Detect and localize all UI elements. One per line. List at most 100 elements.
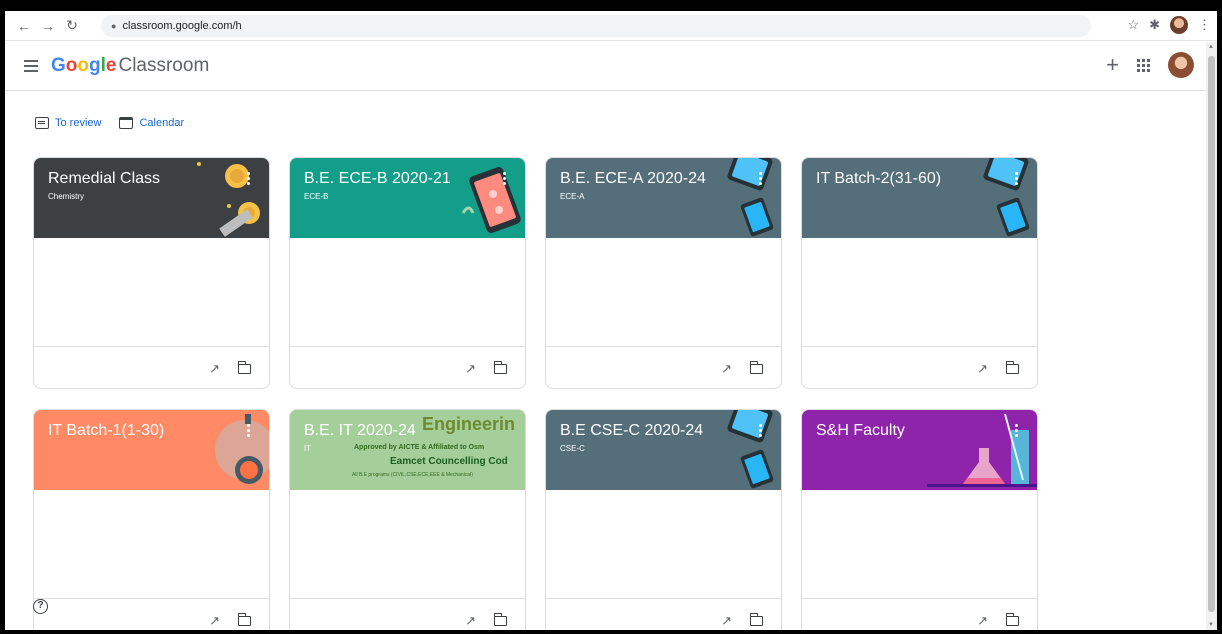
hamburger-menu-icon[interactable] xyxy=(19,54,43,78)
class-title[interactable]: IT Batch-1(1-30) xyxy=(48,422,255,440)
back-icon[interactable]: ← xyxy=(13,15,35,37)
screen: ← → ↻ ● classroom.google.com/h ☆ ✱ ⋮ Goo… xyxy=(0,0,1222,634)
class-title[interactable]: IT Batch-2(31-60) xyxy=(816,170,1023,188)
card-header[interactable]: B.E. ECE-A 2020-24 ECE-A xyxy=(546,158,781,238)
folder-icon[interactable] xyxy=(749,361,763,374)
class-section: Chemistry xyxy=(48,192,85,201)
folder-icon[interactable] xyxy=(237,613,251,626)
class-title[interactable]: Remedial Class xyxy=(48,170,255,188)
more-options-icon[interactable] xyxy=(757,424,763,437)
more-options-icon[interactable] xyxy=(245,424,251,437)
card-header[interactable]: B.E. ECE-B 2020-21 ECE-B xyxy=(290,158,525,238)
app-bar: Google Classroom + xyxy=(5,42,1206,91)
card-header[interactable]: B.E CSE-C 2020-24 CSE-C xyxy=(546,410,781,490)
class-card[interactable]: Engineerin Approved by AICTE & Affiliate… xyxy=(289,409,526,630)
card-footer: ↗ xyxy=(802,598,1037,630)
scroll-down-icon[interactable]: ▼ xyxy=(1208,622,1214,628)
google-wordmark: Google xyxy=(51,55,116,77)
card-header[interactable]: IT Batch-1(1-30) xyxy=(34,410,269,490)
tray-icon xyxy=(35,117,49,129)
card-footer: ↗ xyxy=(802,346,1037,388)
gradebook-trend-icon[interactable]: ↗ xyxy=(977,361,988,377)
calendar-link[interactable]: Calendar xyxy=(119,117,184,129)
google-letter: e xyxy=(105,55,117,76)
more-options-icon[interactable] xyxy=(501,172,507,185)
more-options-icon[interactable] xyxy=(1013,424,1019,437)
profile-avatar[interactable] xyxy=(1170,16,1188,34)
address-bar[interactable]: ● classroom.google.com/h xyxy=(101,15,1091,37)
class-card[interactable]: IT Batch-2(31-60) ↗ xyxy=(801,157,1038,389)
folder-icon[interactable] xyxy=(493,613,507,626)
class-card[interactable]: B.E CSE-C 2020-24 CSE-C ↗ xyxy=(545,409,782,630)
gradebook-trend-icon[interactable]: ↗ xyxy=(721,613,732,629)
class-title[interactable]: B.E. IT 2020-24 xyxy=(304,422,511,440)
card-footer: ↗ xyxy=(546,346,781,388)
class-title[interactable]: B.E CSE-C 2020-24 xyxy=(560,422,767,440)
class-section: IT xyxy=(304,444,312,453)
folder-icon[interactable] xyxy=(493,361,507,374)
product-name: Classroom xyxy=(118,55,210,76)
account-avatar[interactable] xyxy=(1168,52,1194,78)
google-letter: o xyxy=(65,55,78,76)
page-scrollbar[interactable]: ▲ ▼ xyxy=(1206,42,1217,630)
class-card[interactable]: IT Batch-1(1-30) ↗ xyxy=(33,409,270,630)
google-classroom-logo[interactable]: Google Classroom xyxy=(51,55,209,77)
to-review-label: To review xyxy=(55,117,102,129)
class-section: CSE-C xyxy=(560,444,585,453)
help-icon[interactable]: ? xyxy=(33,599,48,614)
bookmark-star-icon[interactable]: ☆ xyxy=(1127,17,1139,33)
class-card[interactable]: S&H Faculty ↗ xyxy=(801,409,1038,630)
calendar-label: Calendar xyxy=(139,117,185,129)
google-apps-icon[interactable] xyxy=(1137,58,1150,72)
gradebook-trend-icon[interactable]: ↗ xyxy=(465,361,476,377)
card-header[interactable]: Remedial Class Chemistry xyxy=(34,158,269,238)
card-footer: ↗ xyxy=(290,346,525,388)
google-letter: o xyxy=(77,55,89,76)
card-header[interactable]: IT Batch-2(31-60) xyxy=(802,158,1037,238)
class-title[interactable]: B.E. ECE-A 2020-24 xyxy=(560,170,767,188)
folder-icon[interactable] xyxy=(1005,361,1019,374)
more-options-icon[interactable] xyxy=(1013,172,1019,185)
create-join-class-icon[interactable]: + xyxy=(1106,54,1119,76)
url-text: classroom.google.com/h xyxy=(122,20,242,32)
app-bar-actions: + xyxy=(1106,52,1194,78)
scroll-thumb[interactable] xyxy=(1208,56,1215,612)
google-letter: g xyxy=(89,55,101,76)
google-letter: G xyxy=(51,55,66,76)
class-title[interactable]: S&H Faculty xyxy=(816,422,1023,440)
class-section: ECE-B xyxy=(304,192,329,201)
class-card[interactable]: Remedial Class Chemistry ↗ xyxy=(33,157,270,389)
banner-line: All B.E programs (CIVIL,CSE,ECE,EEE & Me… xyxy=(352,472,473,478)
gradebook-trend-icon[interactable]: ↗ xyxy=(977,613,988,629)
card-header[interactable]: Engineerin Approved by AICTE & Affiliate… xyxy=(290,410,525,490)
browser-menu-icon[interactable]: ⋮ xyxy=(1198,17,1211,33)
scroll-up-icon[interactable]: ▲ xyxy=(1208,44,1214,50)
folder-icon[interactable] xyxy=(1005,613,1019,626)
card-footer: ↗ xyxy=(546,598,781,630)
browser-window: ← → ↻ ● classroom.google.com/h ☆ ✱ ⋮ Goo… xyxy=(5,11,1217,630)
folder-icon[interactable] xyxy=(237,361,251,374)
card-footer: ↗ xyxy=(34,346,269,388)
more-options-icon[interactable] xyxy=(245,172,251,185)
class-card[interactable]: B.E. ECE-B 2020-21 ECE-B ↗ xyxy=(289,157,526,389)
gradebook-trend-icon[interactable]: ↗ xyxy=(209,613,220,629)
reload-icon[interactable]: ↻ xyxy=(61,15,83,37)
more-options-icon[interactable] xyxy=(757,172,763,185)
gradebook-trend-icon[interactable]: ↗ xyxy=(721,361,732,377)
class-title[interactable]: B.E. ECE-B 2020-21 xyxy=(304,170,511,188)
to-review-link[interactable]: To review xyxy=(35,117,101,129)
folder-icon[interactable] xyxy=(749,613,763,626)
browser-actions: ☆ ✱ ⋮ xyxy=(1127,16,1211,34)
gradebook-trend-icon[interactable]: ↗ xyxy=(209,361,220,377)
card-header[interactable]: S&H Faculty xyxy=(802,410,1037,490)
calendar-icon xyxy=(119,117,134,129)
card-footer: ↗ xyxy=(34,598,269,630)
lock-icon: ● xyxy=(111,21,117,31)
extensions-icon[interactable]: ✱ xyxy=(1149,17,1160,33)
review-links: To review Calendar xyxy=(35,117,184,129)
card-footer: ↗ xyxy=(290,598,525,630)
gradebook-trend-icon[interactable]: ↗ xyxy=(465,613,476,629)
forward-icon[interactable]: → xyxy=(37,15,59,37)
browser-toolbar: ← → ↻ ● classroom.google.com/h ☆ ✱ ⋮ xyxy=(5,11,1217,41)
class-card[interactable]: B.E. ECE-A 2020-24 ECE-A ↗ xyxy=(545,157,782,389)
